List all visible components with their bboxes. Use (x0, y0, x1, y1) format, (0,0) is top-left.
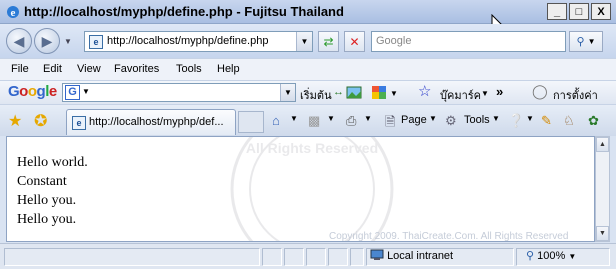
address-toolbar: ◀ ▶ ▼ e http://localhost/myphp/define.ph… (0, 24, 616, 58)
menu-favorites[interactable]: Favorites (114, 63, 159, 75)
tab-command-bar: ★ ✪ e http://localhost/myphp/def... ⌂ ▼ … (0, 104, 616, 136)
menu-tools[interactable]: Tools (176, 63, 202, 75)
refresh-icon: ⇄ (323, 34, 334, 49)
popup-dropdown-icon[interactable]: ▼ (390, 89, 398, 98)
scroll-down-icon[interactable]: ▼ (596, 226, 609, 241)
tools-gear-icon: ⚙ (445, 113, 457, 128)
menu-edit[interactable]: Edit (43, 63, 62, 75)
close-button[interactable]: X (591, 3, 611, 20)
help-dropdown-icon[interactable]: ▼ (526, 114, 534, 123)
zoom-level[interactable]: 100% (537, 250, 565, 262)
google-start-button[interactable]: เริ่มต้น (300, 86, 332, 104)
page-menu-button[interactable]: Page (401, 114, 427, 126)
title-bar: e http://localhost/myphp/define.php - Fu… (0, 0, 616, 24)
refresh-button[interactable]: ⇄ (318, 31, 339, 52)
status-pane (262, 248, 282, 266)
settings-circle-icon: ◯ (532, 83, 548, 99)
page-favicon-icon: e (89, 35, 103, 49)
home-dropdown-icon[interactable]: ▼ (290, 114, 298, 123)
search-dropdown-icon: ▼ (587, 37, 596, 46)
messenger-icon[interactable]: ♘ (563, 113, 575, 129)
copyright-watermark: Copyright 2009. ThaiCreate.Com. All Righ… (329, 231, 569, 242)
tab-favicon-icon: e (72, 116, 86, 130)
tools-menu-button[interactable]: Tools (464, 114, 490, 126)
new-tab-button[interactable] (238, 111, 264, 133)
page-content: All Rights Reserved Hello world. Constan… (6, 136, 595, 242)
favorites-star-icon[interactable]: ★ (8, 111, 22, 131)
tab-current[interactable]: e http://localhost/myphp/def... (66, 109, 236, 135)
google-more-button[interactable]: » (496, 84, 503, 99)
vertical-scrollbar[interactable]: ▲ ▼ (595, 136, 610, 242)
feed-dropdown-icon[interactable]: ▼ (327, 114, 335, 123)
google-logo[interactable]: Google (8, 83, 57, 100)
search-input[interactable]: Google (371, 31, 566, 52)
extension-icon[interactable]: ✿ (588, 113, 599, 129)
search-placeholder: Google (376, 35, 412, 47)
research-icon[interactable]: ✎ (541, 113, 552, 129)
window-title: http://localhost/myphp/define.php - Fuji… (24, 4, 344, 19)
google-search-dropdown-icon[interactable]: ▼ (280, 84, 295, 101)
status-pane (284, 248, 304, 266)
popup-blocker-icon[interactable] (371, 85, 387, 100)
svg-text:e: e (11, 7, 16, 19)
search-button[interactable]: ⚲ ▼ (569, 31, 603, 52)
output-line: Hello you. (17, 193, 77, 208)
image-icon[interactable] (346, 85, 362, 100)
status-text-pane (4, 248, 260, 266)
home-icon[interactable]: ⌂ (272, 113, 280, 128)
address-input[interactable]: e http://localhost/myphp/define.php ▼ (84, 31, 313, 52)
output-line: Hello you. (17, 212, 77, 227)
forward-button[interactable]: ▶ (34, 28, 60, 54)
add-favorites-icon[interactable]: ✪ (34, 111, 47, 131)
help-icon[interactable]: ❔ (508, 113, 524, 129)
google-toolbar: Google G ▼ ▼ เริ่มต้น ↔ ▼ ☆ บุ๊คมาร์ค ▼ … (0, 80, 616, 104)
zoom-dropdown-icon[interactable]: ▼ (568, 252, 576, 261)
menu-file[interactable]: File (11, 63, 29, 75)
address-dropdown-icon[interactable]: ▼ (296, 32, 312, 51)
page-icon: 🗎 (385, 114, 396, 129)
forward-arrow-icon: ▶ (41, 32, 53, 49)
menu-bar: File Edit View Favorites Tools Help (0, 58, 616, 80)
menu-help[interactable]: Help (217, 63, 240, 75)
scroll-up-icon[interactable]: ▲ (596, 137, 609, 152)
watermark-seal: All Rights Reserved (230, 137, 394, 241)
svg-text:All Rights Reserved: All Rights Reserved (246, 140, 378, 156)
bookmark-star-icon[interactable]: ☆ (418, 82, 431, 100)
google-settings-button[interactable]: การตั้งค่า (553, 86, 598, 104)
status-bar: Local intranet ⚲ 100% ▼ (0, 243, 616, 269)
history-dropdown-icon[interactable]: ▼ (64, 37, 72, 46)
stop-icon: ✕ (349, 34, 360, 49)
google-search-input[interactable]: G ▼ ▼ (62, 83, 296, 102)
maximize-button[interactable]: □ (569, 3, 589, 20)
status-pane (350, 248, 364, 266)
print-dropdown-icon[interactable]: ▼ (364, 114, 372, 123)
print-icon[interactable]: ⎙ (346, 113, 356, 129)
stop-button[interactable]: ✕ (344, 31, 365, 52)
google-g-dropdown-icon[interactable]: ▼ (82, 87, 90, 96)
tools-dropdown-icon[interactable]: ▼ (492, 114, 500, 123)
google-arrows-icon[interactable]: ↔ (333, 86, 344, 98)
status-pane (306, 248, 326, 266)
address-url: http://localhost/myphp/define.php (107, 35, 269, 47)
rss-feed-icon[interactable]: ▩ (308, 113, 320, 129)
back-button[interactable]: ◀ (6, 28, 32, 54)
back-arrow-icon: ◀ (13, 32, 25, 49)
tab-label: http://localhost/myphp/def... (89, 116, 224, 128)
bookmarks-dropdown-icon[interactable]: ▼ (481, 89, 489, 98)
search-icon: ⚲ (576, 36, 585, 48)
internet-explorer-icon: e (7, 6, 19, 19)
minimize-button[interactable]: _ (547, 3, 567, 20)
zoom-magnifier-icon: ⚲ (526, 250, 535, 262)
output-line: Hello world. (17, 155, 88, 170)
google-g-icon: G (65, 85, 80, 100)
status-pane (328, 248, 348, 266)
page-dropdown-icon[interactable]: ▼ (429, 114, 437, 123)
menu-view[interactable]: View (77, 63, 101, 75)
output-line: Constant (17, 174, 67, 189)
google-bookmarks-button[interactable]: บุ๊คมาร์ค (440, 86, 481, 104)
network-computer-icon (370, 249, 384, 260)
security-zone-label: Local intranet (387, 250, 454, 262)
